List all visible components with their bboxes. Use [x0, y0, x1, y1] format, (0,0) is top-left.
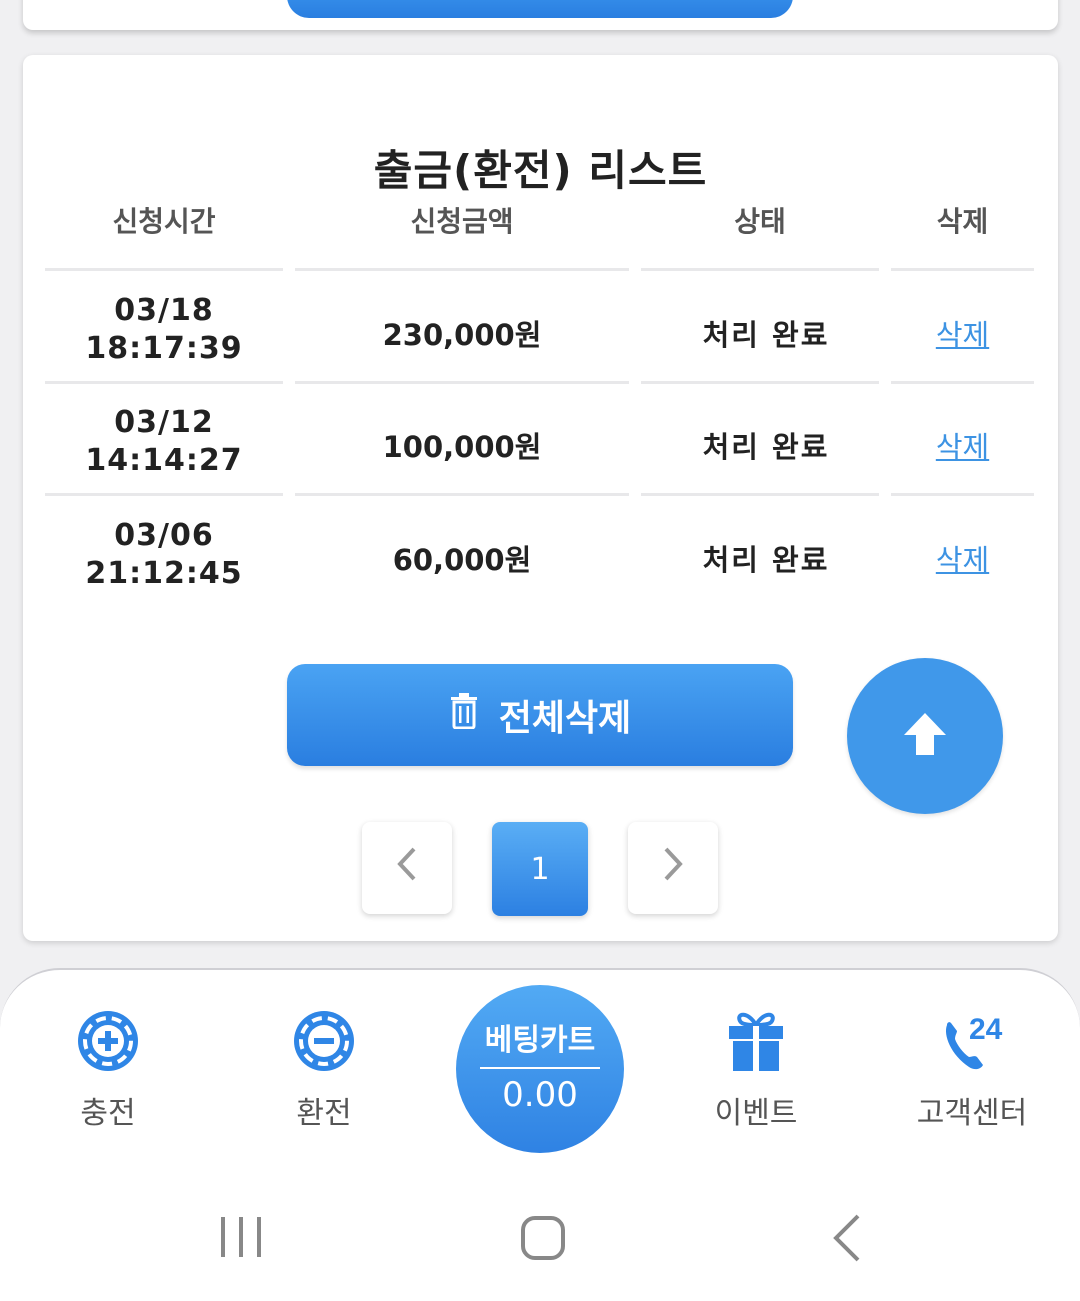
- bet-cart-value: 0.00: [502, 1075, 578, 1115]
- trash-icon: [449, 692, 479, 738]
- page-title: 출금(환전) 리스트: [373, 146, 708, 195]
- nav-exchange[interactable]: 환전: [249, 1008, 399, 1132]
- table-row-time: 03/18 18:17:39: [45, 292, 283, 368]
- scroll-to-top-button[interactable]: [847, 658, 1003, 814]
- divider: [891, 268, 1034, 271]
- header-request-amount: 신청금액: [410, 205, 514, 238]
- header-request-time: 신청시간: [112, 205, 216, 238]
- pagination-prev-button[interactable]: [362, 822, 452, 914]
- table-row-time: 03/12 14:14:27: [45, 404, 283, 480]
- divider: [641, 493, 879, 496]
- row-amount: 100,000원: [382, 430, 542, 464]
- divider: [45, 268, 283, 271]
- gift-icon: [681, 1008, 831, 1074]
- row-status: 처리 완료: [702, 318, 830, 352]
- row-time: 21:12:45: [85, 556, 243, 591]
- phone-24-icon: 24: [897, 1008, 1047, 1074]
- divider: [891, 493, 1034, 496]
- row-delete-link[interactable]: 삭제: [891, 424, 1034, 466]
- chevron-left-icon: [396, 846, 418, 890]
- row-status: 처리 완료: [702, 543, 830, 577]
- table-row-time: 03/06 21:12:45: [45, 517, 283, 593]
- header-delete: 삭제: [936, 205, 989, 238]
- bet-cart-button[interactable]: 베팅카트 0.00: [456, 985, 624, 1153]
- nav-event-label: 이벤트: [714, 1096, 798, 1131]
- chip-plus-icon: [33, 1008, 183, 1074]
- delete-all-button[interactable]: 전체삭제: [287, 664, 793, 766]
- row-delete-link[interactable]: 삭제: [891, 537, 1034, 579]
- home-icon[interactable]: [520, 1215, 566, 1265]
- previous-card-button[interactable]: [287, 0, 793, 18]
- divider: [641, 268, 879, 271]
- nav-exchange-label: 환전: [296, 1096, 352, 1131]
- recent-apps-icon[interactable]: [218, 1215, 264, 1263]
- nav-charge-label: 충전: [80, 1096, 136, 1131]
- row-date: 03/12: [114, 405, 214, 440]
- previous-card: [23, 0, 1058, 30]
- nav-support-label: 고객센터: [916, 1096, 1028, 1131]
- divider: [480, 1067, 600, 1069]
- bet-cart-label: 베팅카트: [484, 1023, 596, 1058]
- divider: [45, 381, 283, 384]
- divider: [641, 381, 879, 384]
- divider: [295, 381, 629, 384]
- row-time: 14:14:27: [85, 443, 243, 478]
- chip-minus-icon: [249, 1008, 399, 1074]
- row-amount: 60,000원: [392, 543, 532, 577]
- nav-support[interactable]: 24 고객센터: [897, 1008, 1047, 1132]
- support-badge: 24: [969, 1013, 1003, 1046]
- row-amount: 230,000원: [382, 318, 542, 352]
- divider: [295, 268, 629, 271]
- divider: [295, 493, 629, 496]
- row-date: 03/18: [114, 293, 214, 328]
- row-status: 처리 완료: [702, 430, 830, 464]
- chevron-right-icon: [662, 846, 684, 890]
- row-date: 03/06: [114, 518, 214, 553]
- divider: [891, 381, 1034, 384]
- row-delete-link[interactable]: 삭제: [891, 312, 1034, 354]
- nav-charge[interactable]: 충전: [33, 1008, 183, 1132]
- header-status: 상태: [734, 205, 786, 238]
- nav-event[interactable]: 이벤트: [681, 1008, 831, 1132]
- arrow-up-icon: [902, 711, 948, 761]
- pagination-page-1[interactable]: 1: [492, 822, 588, 916]
- row-time: 18:17:39: [85, 331, 243, 366]
- system-navigation-bar: [0, 1168, 1080, 1301]
- pagination-next-button[interactable]: [628, 822, 718, 914]
- delete-all-label: 전체삭제: [498, 698, 632, 739]
- divider: [45, 493, 283, 496]
- back-icon[interactable]: [830, 1213, 864, 1267]
